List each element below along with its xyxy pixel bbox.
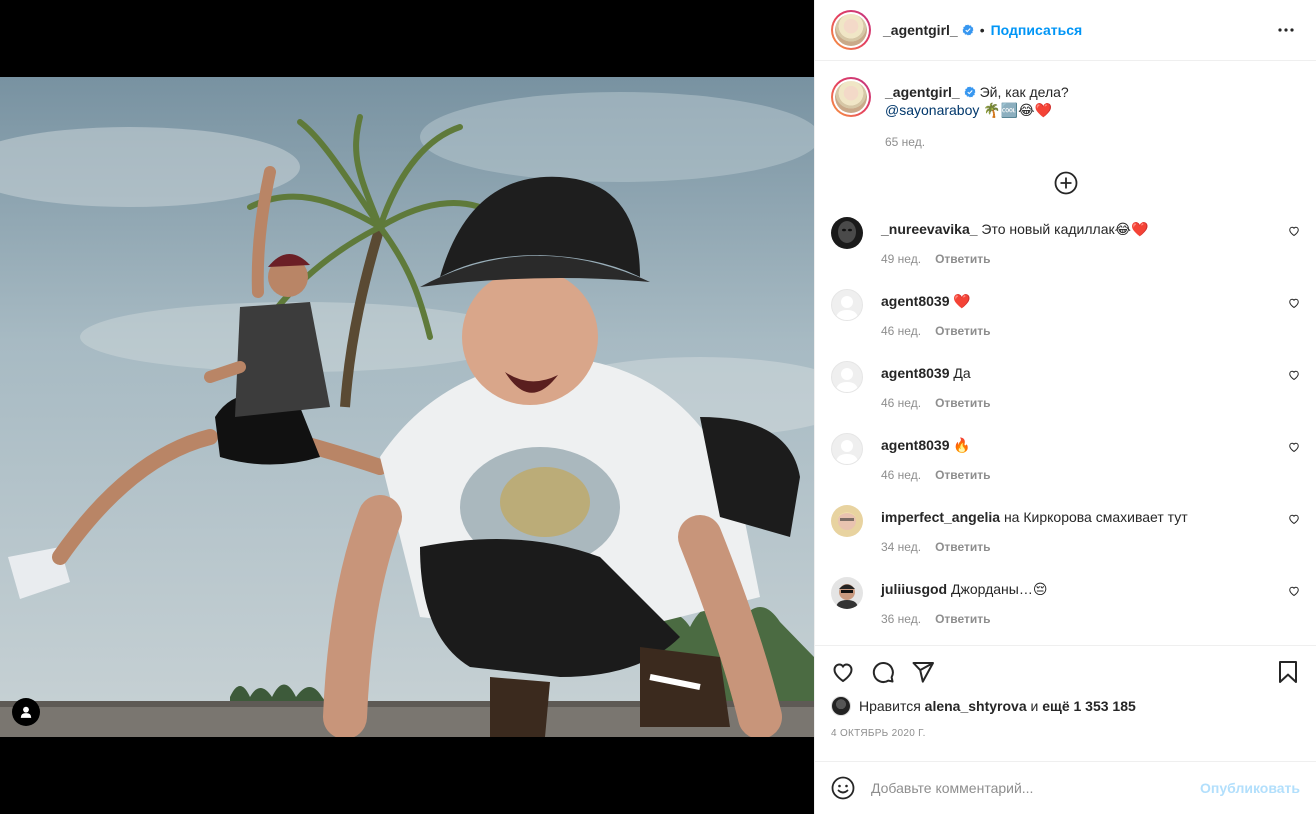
commenter-avatar[interactable] [831,433,863,465]
comment-like-icon[interactable] [1288,585,1300,597]
comment-time[interactable]: 36 нед. [881,612,921,626]
caption-text: Эй, как дела? [979,84,1069,100]
caption-emojis: 🌴🆒😂❤️ [983,102,1052,118]
caption-username[interactable]: _agentgirl_ [885,84,960,100]
comments-section[interactable]: _agentgirl_ Эй, как дела? @sayonaraboy 🌴… [815,61,1316,645]
more-options-button[interactable] [1272,16,1300,44]
post-photo[interactable] [0,77,814,737]
liker-username[interactable]: alena_shtyrova [925,698,1027,714]
post-header: _agentgirl_ • Подписаться [815,0,1316,61]
follow-button[interactable]: Подписаться [991,22,1083,38]
comment-time[interactable]: 34 нед. [881,540,921,554]
caption-author-avatar[interactable] [831,77,871,117]
post-actions: Нравится alena_shtyrova и ещё 1 353 185 … [815,645,1316,739]
post-viewer: _agentgirl_ • Подписаться _agentgirl_ Эй… [0,0,1316,814]
more-options-icon [1278,28,1294,32]
publish-button[interactable]: Опубликовать [1200,780,1300,796]
post-caption: _agentgirl_ Эй, как дела? @sayonaraboy 🌴… [831,77,1300,149]
header-separator: • [979,22,985,38]
comment-text: Джорданы…😔 [951,581,1048,597]
comment-item: agent8039 Да 46 нед. Ответить [831,361,1300,433]
post-media [0,0,814,814]
photo-illustration [0,77,814,737]
action-icons [831,658,1300,686]
reply-button[interactable]: Ответить [935,252,990,266]
caption-mention-link[interactable]: @sayonaraboy [885,102,979,118]
author-avatar[interactable] [831,10,871,50]
comment-time[interactable]: 46 нед. [881,468,921,482]
emoji-icon[interactable] [831,776,855,800]
comment-item: _nureevavika_ Это новый кадиллак😂❤️ 49 н… [831,217,1300,289]
bookmark-icon[interactable] [1276,660,1300,684]
commenter-username[interactable]: _nureevavika_ [881,221,978,237]
user-tag-icon [20,706,32,718]
commenter-avatar[interactable] [831,361,863,393]
commenter-avatar[interactable] [831,577,863,609]
share-icon[interactable] [911,660,935,684]
commenter-username[interactable]: agent8039 [881,437,949,453]
reply-button[interactable]: Ответить [935,540,990,554]
verified-icon [962,24,974,36]
comment-text: на Киркорова смахивает тут [1003,509,1188,525]
liker-avatar[interactable] [831,696,851,716]
commenter-avatar[interactable] [831,505,863,537]
commenter-username[interactable]: imperfect_angelia [881,509,1000,525]
comment-time[interactable]: 46 нед. [881,396,921,410]
heart-icon[interactable] [831,660,855,684]
commenter-username[interactable]: juliiusgod [881,581,947,597]
caption-time[interactable]: 65 нед. [885,135,1069,149]
comment-list: _nureevavika_ Это новый кадиллак😂❤️ 49 н… [831,217,1300,645]
user-tag-button[interactable] [12,698,40,726]
add-comment-bar: Опубликовать [815,761,1316,814]
comment-text: ❤️ [953,293,971,309]
load-more-comments-button[interactable] [831,171,1300,195]
verified-icon [964,86,976,98]
comment-like-icon[interactable] [1288,513,1300,525]
reply-button[interactable]: Ответить [935,468,990,482]
comment-like-icon[interactable] [1288,297,1300,309]
likes-prefix: Нравится [859,698,921,714]
comment-input[interactable] [871,780,1201,796]
comment-time[interactable]: 46 нед. [881,324,921,338]
comment-item: agent8039 🔥 46 нед. Ответить [831,433,1300,505]
likes-summary: Нравится alena_shtyrova и ещё 1 353 185 [831,696,1300,716]
commenter-avatar[interactable] [831,217,863,249]
comment-icon[interactable] [871,660,895,684]
likes-count-link[interactable]: ещё 1 353 185 [1042,698,1136,714]
comment-item: imperfect_angelia на Киркорова смахивает… [831,505,1300,577]
reply-button[interactable]: Ответить [935,324,990,338]
comment-like-icon[interactable] [1288,441,1300,453]
comment-text: Это новый кадиллак😂❤️ [981,221,1149,237]
commenter-avatar[interactable] [831,289,863,321]
comment-item: juliiusgod Джорданы…😔 36 нед. Ответить [831,577,1300,645]
comment-item: agent8039 ❤️ 46 нед. Ответить [831,289,1300,361]
post-sidebar: _agentgirl_ • Подписаться _agentgirl_ Эй… [814,0,1316,814]
comment-text: 🔥 [953,437,971,453]
load-more-icon [1054,171,1077,195]
reply-button[interactable]: Ответить [935,612,990,626]
comment-time[interactable]: 49 нед. [881,252,921,266]
comment-like-icon[interactable] [1288,369,1300,381]
commenter-username[interactable]: agent8039 [881,365,949,381]
likes-and: и [1030,698,1039,714]
commenter-username[interactable]: agent8039 [881,293,949,309]
author-username[interactable]: _agentgirl_ [883,22,958,38]
reply-button[interactable]: Ответить [935,396,990,410]
post-date[interactable]: 4 ОКТЯБРЬ 2020 Г. [831,728,1300,739]
comment-like-icon[interactable] [1288,225,1300,237]
comment-text: Да [953,365,971,381]
